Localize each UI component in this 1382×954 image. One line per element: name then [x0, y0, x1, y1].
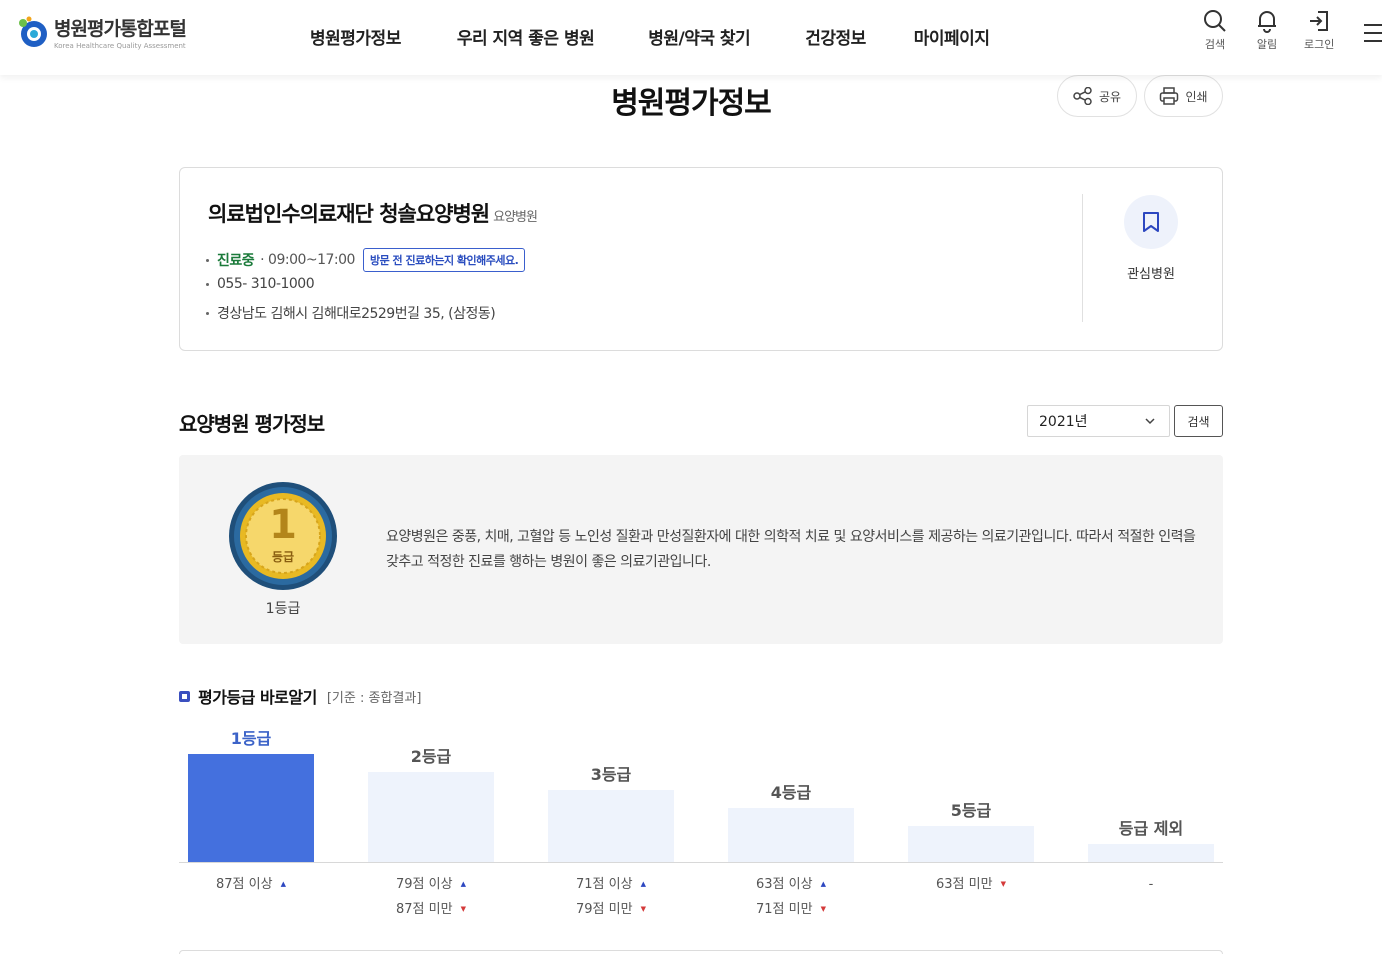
- chevron-down-icon: [1145, 418, 1155, 425]
- arrow-down-icon: ▼: [1000, 880, 1006, 888]
- logo-title: 병원평가통합포털: [54, 18, 187, 40]
- header-search-button[interactable]: 검색: [1202, 8, 1228, 52]
- visit-notice-badge: 방문 전 진료하는지 확인해주세요.: [362, 248, 526, 272]
- arrow-up-icon: ▲: [820, 880, 826, 888]
- grade-bar-3: [548, 790, 674, 862]
- grade-description: 요양병원은 중풍, 치매, 고혈압 등 노인성 질환과 만성질환자에 대한 의학…: [386, 529, 1196, 570]
- grade-bar-label: 2등급: [410, 747, 452, 766]
- grade-summary-panel: 1 등급 1등급 요양병원은 중풍, 치매, 고혈압 등 노인성 질환과 만성질…: [179, 455, 1223, 644]
- open-status: 진료중: [217, 253, 255, 269]
- grade-criteria: 87점 이상 ▲: [161, 872, 341, 897]
- bookmark-label: 관심병원: [1127, 267, 1175, 282]
- arrow-up-icon: ▲: [640, 880, 646, 888]
- grade-bar-label: 등급 제외: [1118, 819, 1184, 838]
- section-title: 요양병원 평가정보: [179, 412, 325, 436]
- grade-criteria-line: 71점 이상 ▲: [576, 877, 646, 892]
- logo-mark-icon: [16, 15, 50, 49]
- grade-medal-icon: 1 등급: [228, 481, 338, 591]
- search-icon: [1204, 10, 1226, 32]
- phone-row: 055- 310-1000: [206, 276, 315, 292]
- print-button[interactable]: 인쇄: [1144, 75, 1223, 117]
- main-nav: 병원평가정보 우리 지역 좋은 병원 병원/약국 찾기 건강정보 마이페이지: [290, 24, 990, 49]
- year-search-button[interactable]: 검색: [1174, 405, 1223, 437]
- hamburger-menu-icon: [1364, 24, 1382, 42]
- arrow-up-icon: ▲: [280, 880, 286, 888]
- hospital-phone[interactable]: 055- 310-1000: [217, 276, 315, 292]
- next-card-edge: [179, 950, 1223, 954]
- hours-row: 진료중 · 09:00~17:00 방문 전 진료하는지 확인해주세요.: [206, 248, 526, 272]
- grade-criteria-line: 87점 미만 ▼: [396, 902, 466, 917]
- menu-button[interactable]: [1364, 22, 1382, 44]
- grade-bar-label: 5등급: [950, 801, 992, 820]
- share-button[interactable]: 공유: [1057, 75, 1137, 117]
- nav-find-hospital[interactable]: 병원/약국 찾기: [648, 24, 750, 49]
- grade-bar-4: [728, 808, 854, 862]
- arrow-down-icon: ▼: [820, 905, 826, 913]
- square-bullet-icon: [179, 690, 190, 702]
- grade-criteria-line: 87점 이상 ▲: [216, 877, 286, 892]
- grade-criteria: 71점 이상 ▲ 79점 미만 ▼: [521, 872, 701, 922]
- login-icon: [1310, 11, 1329, 31]
- header-notify-button[interactable]: 알림: [1254, 8, 1280, 52]
- header-login-button[interactable]: 로그인: [1304, 8, 1334, 52]
- logo-subtitle: Korea Healthcare Quality Assessment: [54, 42, 186, 50]
- arrow-down-icon: ▼: [640, 905, 646, 913]
- year-select-value: 2021년: [1039, 414, 1088, 430]
- grade-bar-label: 4등급: [770, 783, 812, 802]
- hospital-info-card: 의료법인수의료재단 청솔요양병원 요양병원 진료중 · 09:00~17:00 방…: [179, 167, 1223, 351]
- grade-criteria-line: 63점 미만 ▼: [936, 877, 1006, 892]
- grade-bar-label: 1등급: [230, 729, 272, 748]
- grade-criteria-line: 63점 이상 ▲: [756, 877, 826, 892]
- grade-guide-heading: 평가등급 바로알기: [198, 688, 317, 707]
- grade-criteria-line: -: [1148, 877, 1154, 892]
- nav-good-hospitals[interactable]: 우리 지역 좋은 병원: [457, 24, 595, 49]
- search-label: 검색: [1204, 38, 1226, 51]
- hospital-type: 요양병원: [493, 210, 538, 225]
- grade-bar-5: [908, 826, 1034, 862]
- address-row: 경상남도 김해시 김해대로2529번길 35, (삼정동): [206, 303, 496, 323]
- grade-chart-baseline: [179, 862, 1223, 863]
- site-header: 병원평가통합포털 Korea Healthcare Quality Assess…: [0, 0, 1382, 75]
- grade-bar-2: [368, 772, 494, 862]
- card-divider: [1082, 194, 1083, 322]
- bookmark-icon: [1143, 212, 1159, 232]
- grade-label: 1등급: [265, 601, 301, 617]
- grade-bar-1: [188, 754, 314, 862]
- share-label: 공유: [1098, 89, 1122, 104]
- grade-guide-basis: [기준 : 종합결과]: [326, 690, 422, 706]
- grade-criteria: -: [1061, 872, 1241, 897]
- nav-mypage[interactable]: 마이페이지: [914, 24, 990, 49]
- grade-criteria: 63점 미만 ▼: [881, 872, 1061, 897]
- year-select[interactable]: 2021년: [1027, 405, 1170, 437]
- grade-criteria: 79점 이상 ▲ 87점 미만 ▼: [341, 872, 521, 922]
- print-label: 인쇄: [1185, 89, 1208, 104]
- hospital-name: 의료법인수의료재단 청솔요양병원: [208, 202, 490, 226]
- arrow-up-icon: ▲: [460, 880, 466, 888]
- grade-criteria: 63점 이상 ▲ 71점 미만 ▼: [701, 872, 881, 922]
- open-hours: · 09:00~17:00: [260, 252, 355, 268]
- login-label: 로그인: [1304, 38, 1335, 51]
- nav-hospital-evaluation[interactable]: 병원평가정보: [310, 24, 401, 49]
- printer-icon: [1160, 87, 1179, 105]
- bookmark-button[interactable]: [1124, 195, 1178, 249]
- grade-bar-6: [1088, 844, 1214, 862]
- nav-health-info[interactable]: 건강정보: [805, 24, 866, 49]
- medal-number: 1: [269, 502, 297, 548]
- site-logo[interactable]: 병원평가통합포털 Korea Healthcare Quality Assess…: [16, 14, 187, 50]
- notify-label: 알림: [1256, 38, 1278, 51]
- arrow-down-icon: ▼: [460, 905, 466, 913]
- grade-guide-title: 평가등급 바로알기 [기준 : 종합결과]: [179, 684, 421, 708]
- hospital-address: 경상남도 김해시 김해대로2529번길 35, (삼정동): [217, 306, 496, 322]
- grade-criteria-line: 79점 이상 ▲: [396, 877, 466, 892]
- hospital-name-row: 의료법인수의료재단 청솔요양병원 요양병원: [208, 198, 538, 228]
- grade-criteria-line: 71점 미만 ▼: [756, 902, 826, 917]
- share-icon: [1073, 87, 1092, 105]
- medal-text: 등급: [272, 550, 294, 564]
- grade-criteria-line: 79점 미만 ▼: [576, 902, 646, 917]
- bell-icon: [1258, 11, 1276, 33]
- grade-bar-label: 3등급: [590, 765, 632, 784]
